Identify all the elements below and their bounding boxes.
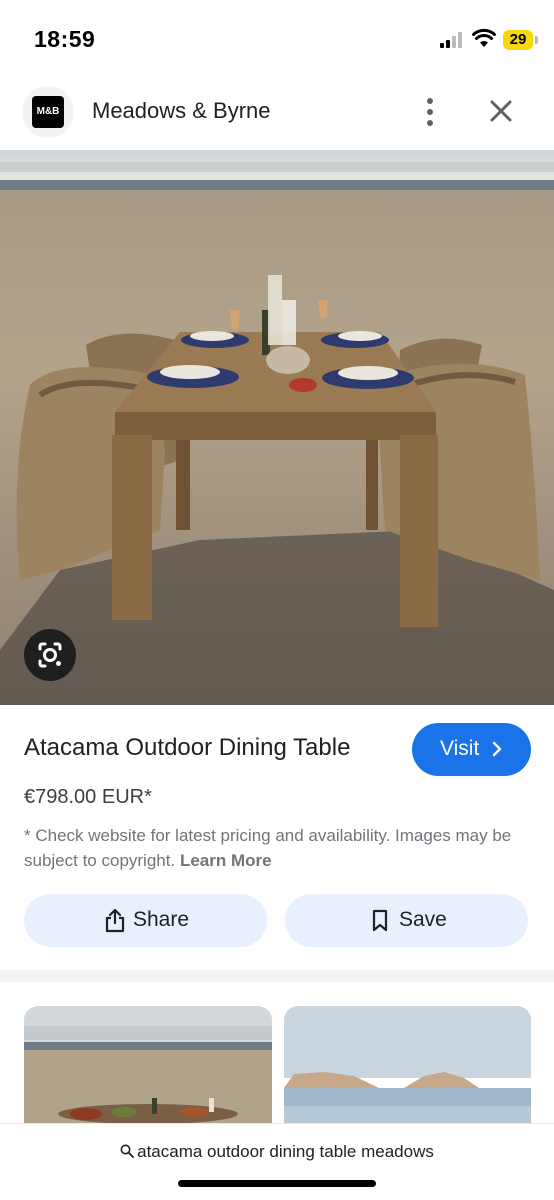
share-label: Share — [133, 908, 190, 931]
pricing-disclaimer: * Check website for latest pricing and a… — [24, 823, 534, 873]
product-image[interactable] — [0, 150, 554, 705]
battery-tip — [535, 36, 538, 44]
status-time: 18:59 — [34, 26, 96, 52]
battery-indicator: 29 — [503, 30, 533, 50]
home-indicator[interactable] — [178, 1180, 376, 1187]
close-icon[interactable] — [484, 94, 518, 128]
related-product-card[interactable] — [284, 1006, 531, 1126]
save-label: Save — [399, 908, 447, 931]
search-query-row[interactable]: atacama outdoor dining table meadows — [0, 1142, 554, 1162]
bookmark-icon — [372, 909, 388, 932]
site-name: Meadows & Byrne — [92, 98, 271, 123]
visit-label: Visit — [440, 737, 480, 760]
learn-more-link[interactable]: Learn More — [180, 851, 272, 870]
chevron-right-icon — [492, 741, 502, 757]
wifi-icon — [472, 28, 496, 47]
share-button[interactable]: Share — [24, 894, 267, 947]
logo-mark: M&B — [32, 96, 64, 128]
related-product-card[interactable] — [24, 1006, 272, 1126]
status-bar: 18:59 29 — [0, 0, 554, 80]
product-title: Atacama Outdoor Dining Table — [24, 734, 351, 761]
more-options-button[interactable] — [414, 94, 446, 130]
save-button[interactable]: Save — [285, 894, 528, 947]
site-header: M&B Meadows & Byrne — [0, 84, 554, 144]
visit-button[interactable]: Visit — [412, 723, 531, 776]
search-icon — [120, 1144, 135, 1158]
product-price: €798.00 EUR* — [24, 786, 152, 808]
cellular-signal-icon — [440, 32, 466, 48]
share-icon — [105, 908, 125, 933]
site-logo: M&B — [22, 86, 74, 138]
section-divider — [0, 970, 554, 982]
search-query-text: atacama outdoor dining table meadows — [137, 1142, 434, 1161]
search-bar[interactable]: atacama outdoor dining table meadows — [0, 1123, 554, 1200]
lens-icon — [38, 642, 62, 668]
lens-search-button[interactable] — [24, 629, 76, 681]
